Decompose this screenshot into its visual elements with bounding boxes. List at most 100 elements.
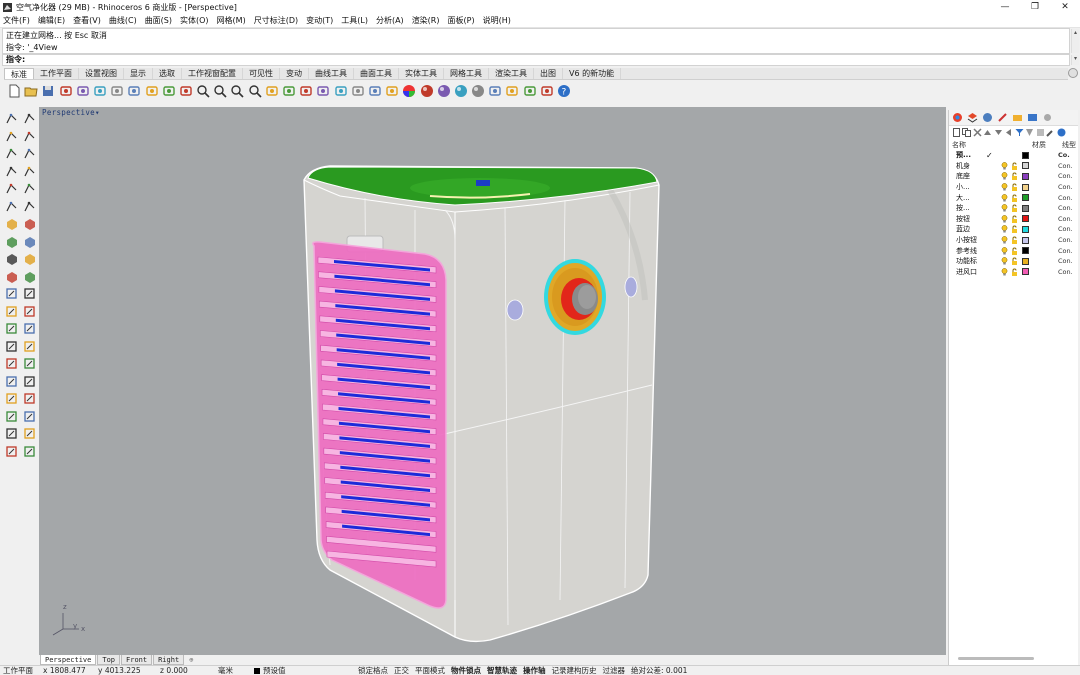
- lightbulb-icon[interactable]: [1001, 257, 1008, 265]
- status-grid-snap[interactable]: 锁定格点: [355, 665, 391, 675]
- toolbar-tab[interactable]: 曲线工具: [309, 68, 354, 79]
- rotate-view-icon[interactable]: [178, 83, 194, 99]
- layer-name[interactable]: 功能标: [956, 256, 986, 266]
- new-sublayer-icon[interactable]: [962, 128, 972, 138]
- lightbulb-icon[interactable]: [1001, 246, 1008, 255]
- lock-icon[interactable]: [1011, 247, 1018, 255]
- new-icon[interactable]: [6, 83, 22, 99]
- pan-icon[interactable]: [161, 83, 177, 99]
- layer-row[interactable]: 功能标 Con.: [949, 256, 1078, 267]
- materials-tab-icon[interactable]: [996, 111, 1009, 124]
- polyline-icon[interactable]: [2, 128, 20, 146]
- toolbar-tab[interactable]: 可见性: [243, 68, 280, 79]
- layer-icon[interactable]: [384, 83, 400, 99]
- select-icon[interactable]: [298, 83, 314, 99]
- layer-row[interactable]: 蓝边 Con.: [949, 224, 1078, 235]
- text-icon[interactable]: [20, 285, 38, 303]
- header-linetype[interactable]: 线型: [1062, 140, 1076, 150]
- status-filter[interactable]: 过滤器: [600, 665, 629, 675]
- layer-linetype[interactable]: Con.: [1058, 257, 1078, 265]
- move-up-icon[interactable]: [983, 128, 993, 138]
- curve-icon[interactable]: [20, 128, 38, 146]
- lock-icon[interactable]: [1011, 215, 1018, 223]
- layer-linetype[interactable]: Con.: [1058, 268, 1078, 276]
- panel-horizontal-scrollbar[interactable]: [958, 657, 1034, 660]
- ruler-icon[interactable]: [315, 83, 331, 99]
- group-icon[interactable]: [2, 390, 20, 408]
- layer-linetype[interactable]: Con.: [1058, 162, 1078, 170]
- surface-corner-icon[interactable]: [2, 215, 20, 233]
- layer-row[interactable]: 按钮 Con.: [949, 214, 1078, 225]
- viewport-tab-top[interactable]: Top: [97, 655, 121, 665]
- explode-icon[interactable]: [20, 268, 38, 286]
- cylinder-icon[interactable]: [2, 250, 20, 268]
- layer-linetype[interactable]: Con.: [1058, 236, 1078, 244]
- zoom-icon[interactable]: [195, 83, 211, 99]
- toolbar-tab[interactable]: 设置视图: [79, 68, 124, 79]
- lightbulb-icon[interactable]: [1001, 183, 1008, 191]
- mesh-icon[interactable]: [20, 250, 38, 268]
- move-down-icon[interactable]: [993, 128, 1003, 138]
- move-icon[interactable]: [20, 355, 38, 373]
- layer-row[interactable]: 小按钮 Con.: [949, 235, 1078, 246]
- undo-icon[interactable]: [144, 83, 160, 99]
- lightbulb-icon[interactable]: [1001, 267, 1008, 276]
- layer-color-swatch[interactable]: [1022, 247, 1029, 255]
- cut-icon[interactable]: [92, 83, 108, 99]
- status-layer[interactable]: 预设值: [251, 665, 355, 675]
- layer-color-swatch[interactable]: [1022, 215, 1029, 223]
- layer-row[interactable]: 进风口 Con.: [949, 267, 1078, 278]
- toolbar-tab[interactable]: 渲染工具: [489, 68, 534, 79]
- ghosted-sphere-icon[interactable]: [453, 83, 469, 99]
- toolbar-tab[interactable]: 选取: [153, 68, 182, 79]
- viewport-tab-right[interactable]: Right: [153, 655, 185, 665]
- move-out-icon[interactable]: [1004, 128, 1014, 138]
- four-view-icon[interactable]: [281, 83, 297, 99]
- properties-tab-icon[interactable]: [951, 111, 964, 124]
- join-icon[interactable]: [2, 355, 20, 373]
- new-layer-icon[interactable]: [951, 128, 961, 138]
- lightbulb-icon[interactable]: [1001, 172, 1008, 180]
- viewport-title[interactable]: Perspective▾: [41, 108, 101, 117]
- extrude-icon[interactable]: [2, 268, 20, 286]
- lightbulb-icon[interactable]: [1001, 225, 1008, 233]
- layers-tab-icon[interactable]: [966, 111, 979, 124]
- layer-linetype[interactable]: Con.: [1058, 183, 1078, 191]
- curve-from-object-icon[interactable]: [20, 180, 38, 198]
- xray-sphere-icon[interactable]: [470, 83, 486, 99]
- split-icon[interactable]: [20, 320, 38, 338]
- panel-options-icon[interactable]: [1041, 111, 1054, 124]
- toolbar-tab[interactable]: 曲面工具: [354, 68, 399, 79]
- layer-color-swatch[interactable]: [1022, 151, 1029, 159]
- layer-color-swatch[interactable]: [1022, 257, 1029, 265]
- grid-points-icon[interactable]: [2, 408, 20, 426]
- toolbar-tab[interactable]: 网格工具: [444, 68, 489, 79]
- solid-tools-icon[interactable]: [20, 233, 38, 251]
- layer-row[interactable]: 按... Con.: [949, 203, 1078, 214]
- lock-icon[interactable]: [1011, 172, 1018, 181]
- tools-icon[interactable]: [1046, 128, 1056, 138]
- layer-row[interactable]: 参考线 Con.: [949, 245, 1078, 256]
- status-smarttrack[interactable]: 智慧轨迹: [484, 665, 520, 675]
- lock-icon[interactable]: [1011, 225, 1018, 234]
- layer-states-icon[interactable]: [1035, 128, 1045, 138]
- perspective-viewport[interactable]: Perspective▾ z y x: [39, 107, 946, 655]
- print-icon[interactable]: [58, 83, 74, 99]
- render-tab-icon[interactable]: [981, 111, 994, 124]
- shaded-sphere-icon[interactable]: [419, 83, 435, 99]
- menu-render[interactable]: 渲染(R): [412, 15, 440, 26]
- menu-edit[interactable]: 编辑(E): [38, 15, 65, 26]
- lock-icon[interactable]: [1011, 268, 1018, 276]
- filter-icon[interactable]: [1014, 128, 1024, 138]
- menu-curve[interactable]: 曲线(C): [109, 15, 137, 26]
- grid-icon[interactable]: [522, 83, 538, 99]
- lock-icon[interactable]: [1011, 162, 1018, 170]
- help-icon[interactable]: ?: [556, 83, 572, 99]
- add-viewport-icon[interactable]: ⊕: [185, 655, 197, 665]
- named-views-tab-icon[interactable]: [1026, 111, 1039, 124]
- maximize-button[interactable]: ❐: [1020, 0, 1050, 14]
- layer-color-swatch[interactable]: [1022, 194, 1029, 202]
- color-wheel-icon[interactable]: [401, 83, 417, 99]
- viewport-tab-front[interactable]: Front: [121, 655, 153, 665]
- lock-icon[interactable]: [1011, 257, 1018, 266]
